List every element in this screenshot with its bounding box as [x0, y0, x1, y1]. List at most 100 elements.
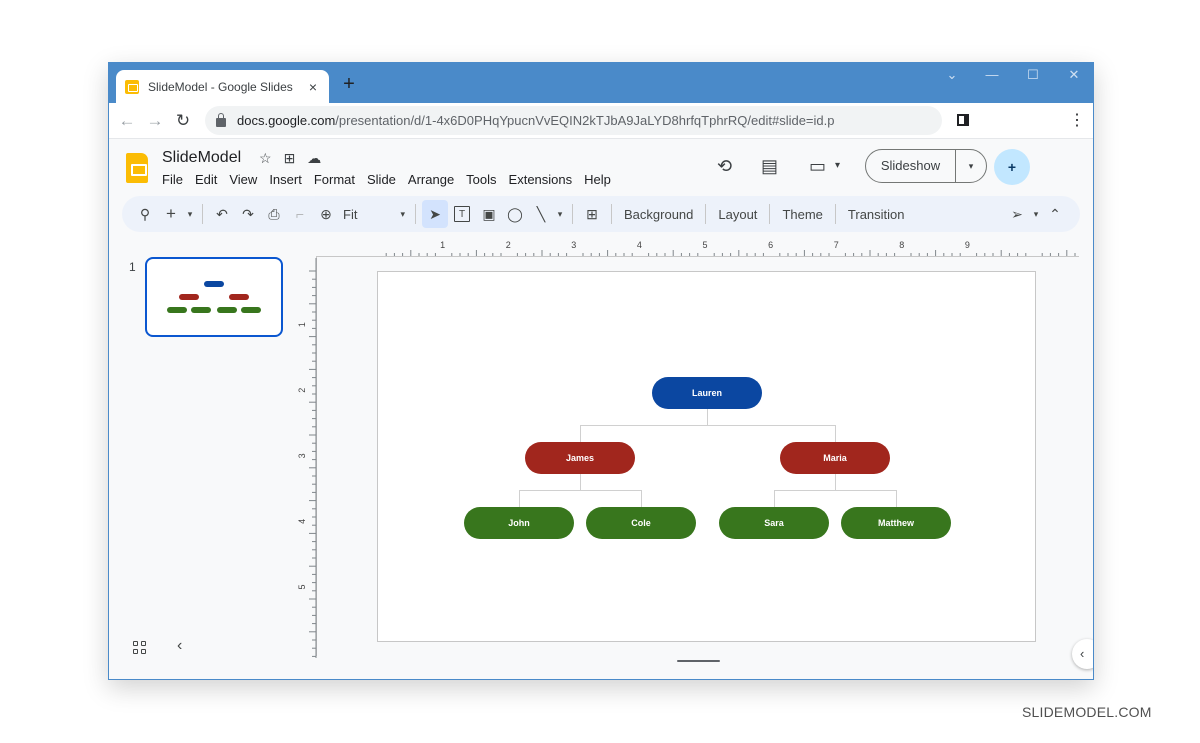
new-tab-button[interactable]: + — [338, 73, 360, 95]
menu-bar: File Edit View Insert Format Slide Arran… — [156, 172, 617, 187]
org-node-manager[interactable]: Maria — [780, 442, 890, 474]
redo-icon[interactable]: ↷ — [235, 200, 261, 228]
app-header: SlideModel ☆ ⊞ ☁ File Edit View Insert F… — [109, 140, 1093, 196]
insert-image-icon[interactable]: ▣ — [476, 200, 502, 228]
org-node-member[interactable]: Sara — [719, 507, 829, 539]
toolbar-divider — [705, 204, 707, 224]
ruler-label: 4 — [637, 240, 642, 250]
menu-slide[interactable]: Slide — [361, 172, 402, 187]
grid-view-icon[interactable] — [133, 641, 147, 655]
new-slide-icon[interactable]: + — [158, 200, 184, 228]
add-comment-icon[interactable]: ⊞ — [579, 200, 605, 228]
menu-extensions[interactable]: Extensions — [503, 172, 579, 187]
slide-canvas[interactable]: Lauren James John Cole Maria Sara Matthew — [377, 271, 1036, 642]
connector-line — [519, 490, 520, 507]
menu-help[interactable]: Help — [578, 172, 617, 187]
collapse-filmstrip-icon[interactable]: ‹ — [177, 637, 182, 655]
back-button[interactable]: ← — [115, 109, 139, 133]
org-node-member[interactable]: John — [464, 507, 574, 539]
title-icons: ☆ ⊞ ☁ — [259, 150, 321, 167]
ruler-label: 5 — [297, 584, 307, 589]
transition-button[interactable]: Transition — [842, 207, 911, 222]
org-node-member[interactable]: Matthew — [841, 507, 951, 539]
maximize-button[interactable]: ☐ — [1018, 67, 1048, 83]
slides-favicon-icon — [125, 79, 139, 94]
close-window-button[interactable]: ✕ — [1059, 67, 1089, 83]
watermark: SLIDEMODEL.COM — [1022, 704, 1152, 720]
shape-icon[interactable]: ◯ — [502, 200, 528, 228]
horizontal-ruler[interactable]: 1 2 3 4 5 6 7 8 9 — [377, 238, 1077, 258]
select-tool-icon[interactable]: ➤ — [422, 200, 448, 228]
page: SlideModel - Google Slides × + ⌄ — ☐ ✕ ←… — [0, 0, 1200, 743]
connector-line — [580, 425, 581, 442]
org-node-root[interactable]: Lauren — [652, 377, 762, 409]
meet-caret-icon[interactable]: ▾ — [835, 160, 840, 171]
url-text: docs.google.com/presentation/d/1-4x6D0PH… — [237, 113, 834, 128]
version-history-icon[interactable]: ⟲ — [717, 156, 732, 177]
forward-button[interactable]: → — [143, 109, 167, 133]
lock-icon[interactable] — [216, 113, 226, 127]
connector-line — [519, 490, 641, 491]
tab-google-slides[interactable]: SlideModel - Google Slides × — [116, 70, 329, 103]
menu-edit[interactable]: Edit — [189, 172, 223, 187]
show-side-panel-button[interactable]: ‹ — [1072, 639, 1093, 669]
slideshow-options-caret-icon[interactable]: ▾ — [956, 161, 986, 172]
menu-view[interactable]: View — [223, 172, 263, 187]
reload-button[interactable]: ↻ — [171, 109, 195, 133]
org-node-member[interactable]: Cole — [586, 507, 696, 539]
share-icon-glyph: + — [1007, 159, 1017, 175]
line-caret-icon[interactable]: ▾ — [554, 200, 566, 228]
menu-insert[interactable]: Insert — [263, 172, 308, 187]
menu-arrange[interactable]: Arrange — [402, 172, 460, 187]
ruler-label: 3 — [571, 240, 576, 250]
comments-icon[interactable]: ▤ — [761, 156, 778, 177]
document-title[interactable]: SlideModel — [162, 149, 241, 167]
menu-format[interactable]: Format — [308, 172, 361, 187]
tab-strip: SlideModel - Google Slides × + ⌄ — ☐ ✕ — [109, 63, 1093, 103]
slideshow-button[interactable]: Slideshow — [866, 150, 956, 182]
toolbar-divider — [572, 204, 573, 224]
cloud-saved-icon[interactable]: ☁ — [307, 150, 321, 167]
browser-menu-icon[interactable]: ⋮ — [1069, 111, 1085, 131]
url-input[interactable]: docs.google.com/presentation/d/1-4x6D0PH… — [205, 106, 942, 135]
paint-format-icon[interactable]: ⌐ — [287, 200, 313, 228]
theme-button[interactable]: Theme — [776, 207, 828, 222]
vertical-ruler[interactable]: 1 2 3 4 5 — [297, 258, 317, 658]
thumb-node-john — [167, 307, 187, 313]
meet-icon[interactable]: ▭ — [809, 156, 826, 177]
star-icon[interactable]: ☆ — [259, 150, 272, 167]
minimize-button[interactable]: — — [977, 67, 1007, 82]
print-icon[interactable]: ⎙ — [261, 200, 287, 228]
toolbar-divider — [834, 204, 836, 224]
zoom-icon[interactable]: ⊕ — [313, 200, 339, 228]
search-menus-icon[interactable]: ⚲ — [132, 200, 158, 228]
menu-tools[interactable]: Tools — [460, 172, 502, 187]
move-to-folder-icon[interactable]: ⊞ — [284, 150, 296, 167]
zoom-value: Fit — [343, 206, 358, 222]
share-add-person-icon[interactable]: + — [994, 149, 1030, 185]
thumb-node-matthew — [241, 307, 261, 313]
address-bar-row: ← → ↻ docs.google.com/presentation/d/1-4… — [109, 103, 1093, 139]
new-slide-caret-icon[interactable]: ▾ — [184, 200, 196, 228]
toolbar: ⚲ + ▾ ↶ ↷ ⎙ ⌐ ⊕ Fit ▾ ➤ T ▣ ◯ ╲ ▾ ⊞ Back… — [122, 196, 1080, 232]
undo-icon[interactable]: ↶ — [209, 200, 235, 228]
slides-logo-icon[interactable] — [126, 153, 148, 183]
line-icon[interactable]: ╲ — [528, 200, 554, 228]
text-box-icon[interactable]: T — [454, 206, 470, 222]
editing-mode-caret-icon[interactable]: ▾ — [1030, 200, 1042, 228]
org-node-manager[interactable]: James — [525, 442, 635, 474]
hide-menus-icon[interactable]: ⌃ — [1042, 200, 1068, 228]
horizontal-scrollbar[interactable] — [677, 660, 720, 662]
zoom-select[interactable]: Fit ▾ — [339, 207, 409, 222]
editing-mode-icon[interactable]: ➢ — [1004, 200, 1030, 228]
side-panel-icon[interactable] — [957, 114, 969, 126]
tab-search-icon[interactable]: ⌄ — [937, 67, 967, 83]
thumbnail-preview — [167, 281, 261, 313]
menu-file[interactable]: File — [156, 172, 189, 187]
connector-line — [896, 490, 897, 507]
tab-close-icon[interactable]: × — [303, 79, 323, 95]
slide-thumbnail[interactable] — [145, 257, 283, 337]
background-button[interactable]: Background — [618, 207, 699, 222]
ruler-label: 7 — [834, 240, 839, 250]
layout-button[interactable]: Layout — [712, 207, 763, 222]
